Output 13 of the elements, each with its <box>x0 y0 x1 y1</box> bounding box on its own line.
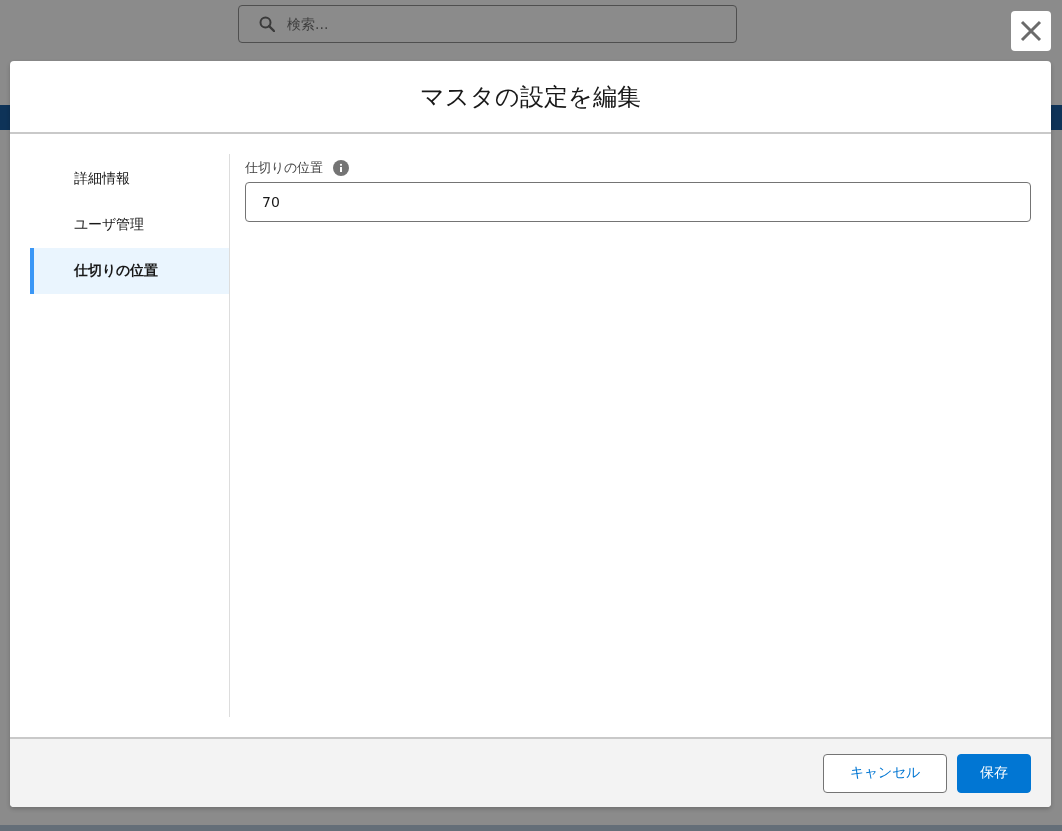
search-icon <box>259 16 275 32</box>
nav-item[interactable]: ユーザ管理 <box>30 202 229 248</box>
info-icon[interactable] <box>333 160 349 176</box>
cancel-button[interactable]: キャンセル <box>823 753 947 793</box>
nav-item[interactable]: 仕切りの位置 <box>30 248 229 294</box>
nav-item[interactable]: 詳細情報 <box>30 156 229 202</box>
input-field[interactable]: 70 <box>245 182 1031 222</box>
close-icon <box>1020 20 1042 42</box>
close-button[interactable] <box>1011 11 1051 51</box>
field-label: 仕切りの位置 <box>245 159 323 177</box>
modal-title: マスタの設定を編集 <box>420 81 641 113</box>
save-button[interactable]: 保存 <box>957 753 1031 793</box>
search-field[interactable]: 検索... <box>238 5 737 43</box>
